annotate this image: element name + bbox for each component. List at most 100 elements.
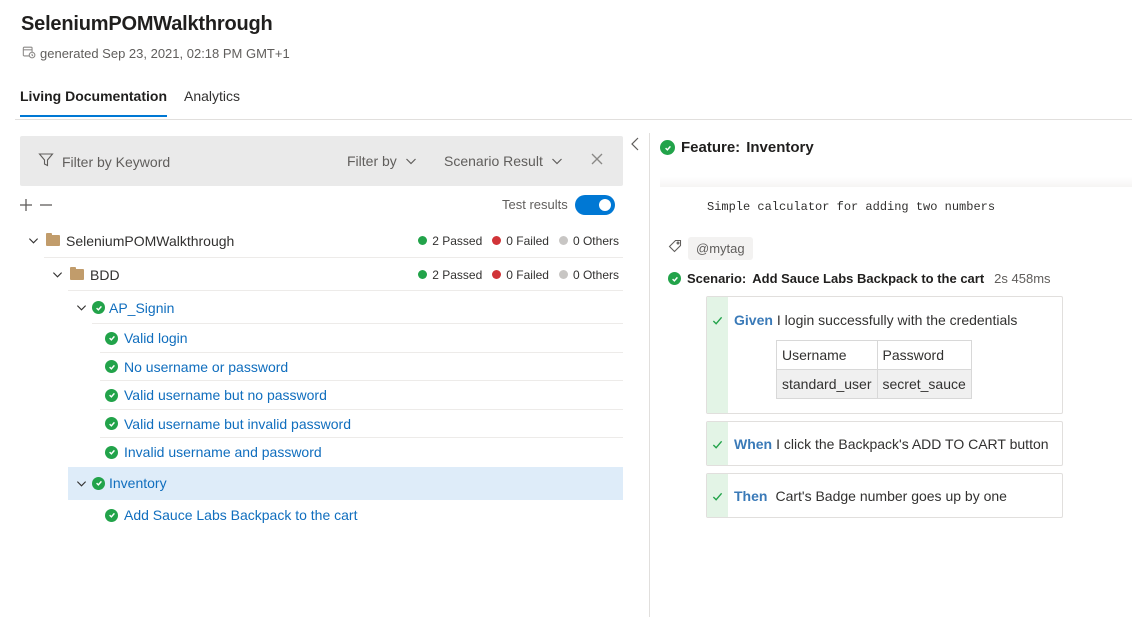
scenario-link[interactable]: Valid username but no password — [124, 387, 327, 403]
passed-check-icon — [105, 360, 118, 374]
scenario-header: Scenario: Add Sauce Labs Backpack to the… — [668, 271, 1051, 286]
scenario-link[interactable]: Valid login — [124, 330, 188, 346]
chevron-down-icon[interactable] — [50, 269, 64, 280]
expand-collapse-controls — [19, 196, 53, 217]
others-count: 0 Others — [558, 234, 619, 248]
folder-icon — [70, 267, 84, 280]
tag-icon — [668, 239, 682, 258]
tree-node-label: AP_Signin — [109, 299, 175, 316]
scenario-item[interactable]: Add Sauce Labs Backpack to the cart — [20, 500, 623, 531]
calendar-clock-icon — [22, 45, 36, 62]
chevron-down-icon — [405, 155, 417, 167]
scenario-result-label: Scenario Result — [444, 153, 543, 169]
tag-badge[interactable]: @mytag — [688, 237, 753, 260]
step-text: Given I login successfully with the crede… — [734, 312, 1017, 328]
generated-info: generated Sep 23, 2021, 02:18 PM GMT+1 — [22, 45, 290, 62]
step-keyword: When — [734, 436, 773, 452]
feature-tags: @mytag — [668, 237, 753, 260]
passed-check-icon — [92, 301, 105, 314]
failed-count: 0 Failed — [492, 268, 549, 282]
filter-by-dropdown[interactable]: Filter by — [347, 153, 417, 169]
scenario-prefix: Scenario: — [687, 271, 747, 286]
table-header-cell: Password — [876, 340, 972, 370]
scenario-result-dropdown[interactable]: Scenario Result — [444, 153, 563, 169]
tab-divider — [15, 119, 1132, 120]
passed-check-icon — [105, 508, 118, 522]
tab-bar: Living Documentation Analytics — [20, 88, 240, 117]
tree-node-bdd[interactable]: BDD 2 Passed 0 Failed 0 Others — [20, 258, 623, 291]
scenario-link[interactable]: Add Sauce Labs Backpack to the cart — [124, 507, 357, 523]
feature-name: Inventory — [746, 139, 814, 156]
step-when: When I click the Backpack's ADD TO CART b… — [706, 421, 1063, 466]
table-cell: secret_sauce — [876, 369, 972, 399]
scenario-duration: 2s 458ms — [994, 271, 1051, 286]
feature-prefix: Feature: — [681, 139, 741, 156]
scenario-link[interactable]: Invalid username and password — [124, 444, 322, 460]
tree-node-inventory[interactable]: Inventory — [68, 466, 623, 500]
tree-node-label: SeleniumPOMWalkthrough — [66, 232, 235, 249]
scenario-item[interactable]: Valid login — [20, 324, 623, 353]
generated-text: generated Sep 23, 2021, 02:18 PM GMT+1 — [40, 46, 290, 61]
checkmark-icon — [712, 440, 723, 449]
keyword-filter-placeholder: Filter by Keyword — [62, 153, 171, 170]
chevron-down-icon[interactable] — [74, 478, 88, 489]
filter-by-label: Filter by — [347, 153, 397, 169]
funnel-icon — [38, 152, 54, 171]
feature-tree: SeleniumPOMWalkthrough 2 Passed 0 Failed… — [20, 223, 623, 531]
passed-dot-icon — [418, 270, 428, 279]
table-cell: standard_user — [776, 369, 878, 399]
report-title: SeleniumPOMWalkthrough — [21, 13, 273, 35]
tree-node-label: BDD — [90, 266, 120, 283]
clear-filter-button[interactable] — [590, 152, 604, 169]
others-count: 0 Others — [558, 268, 619, 282]
chevron-left-icon — [630, 137, 640, 155]
credentials-table: Username Password standard_user secret_s… — [776, 340, 972, 399]
step-keyword: Then — [734, 488, 768, 504]
passed-check-icon — [105, 417, 118, 431]
tab-analytics[interactable]: Analytics — [184, 88, 240, 117]
table-header-cell: Username — [776, 340, 878, 370]
failed-dot-icon — [492, 270, 502, 279]
test-results-label: Test results — [502, 197, 568, 212]
scenario-item[interactable]: No username or password — [20, 353, 623, 381]
test-results-toggle[interactable] — [575, 195, 615, 215]
checkmark-icon — [712, 316, 723, 325]
scenario-name: Add Sauce Labs Backpack to the cart — [752, 271, 985, 286]
tab-living-documentation[interactable]: Living Documentation — [20, 88, 167, 117]
step-text: Then Cart's Badge number goes up by one — [734, 488, 1007, 504]
tree-node-root[interactable]: SeleniumPOMWalkthrough 2 Passed 0 Failed… — [20, 223, 623, 258]
scenario-item[interactable]: Valid username but no password — [20, 381, 623, 410]
chevron-down-icon — [551, 155, 563, 167]
chevron-down-icon[interactable] — [26, 235, 40, 246]
header-shadow — [660, 177, 1132, 187]
pane-splitter[interactable] — [649, 133, 650, 617]
tree-node-ap-signin[interactable]: AP_Signin — [20, 291, 623, 324]
chevron-down-icon[interactable] — [74, 302, 88, 313]
scenario-item[interactable]: Invalid username and password — [20, 438, 623, 467]
checkmark-icon — [712, 492, 723, 501]
keyword-filter-input[interactable]: Filter by Keyword — [38, 152, 170, 171]
passed-check-icon — [92, 476, 105, 490]
scenario-item[interactable]: Valid username but invalid password — [20, 410, 623, 438]
step-keyword: Given — [734, 312, 773, 328]
expand-all-button[interactable] — [19, 196, 33, 217]
passed-check-icon — [105, 388, 118, 402]
collapse-all-button[interactable] — [39, 196, 53, 217]
failed-dot-icon — [492, 236, 502, 245]
passed-check-icon — [105, 331, 118, 345]
step-description: I click the Backpack's ADD TO CART butto… — [776, 436, 1049, 452]
others-dot-icon — [558, 236, 568, 245]
passed-dot-icon — [418, 236, 428, 245]
collapse-pane-button[interactable] — [630, 137, 640, 156]
folder-icon — [46, 233, 60, 246]
scenario-link[interactable]: No username or password — [124, 359, 288, 375]
passed-count: 2 Passed — [418, 268, 482, 282]
filter-bar: Filter by Keyword Filter by Scenario Res… — [20, 136, 623, 186]
passed-check-icon — [105, 445, 118, 459]
scenario-link[interactable]: Valid username but invalid password — [124, 416, 351, 432]
others-dot-icon — [558, 270, 568, 279]
step-description: I login successfully with the credential… — [776, 312, 1018, 328]
root-stats: 2 Passed 0 Failed 0 Others — [418, 234, 619, 248]
passed-check-icon — [668, 272, 681, 285]
failed-count: 0 Failed — [492, 234, 549, 248]
